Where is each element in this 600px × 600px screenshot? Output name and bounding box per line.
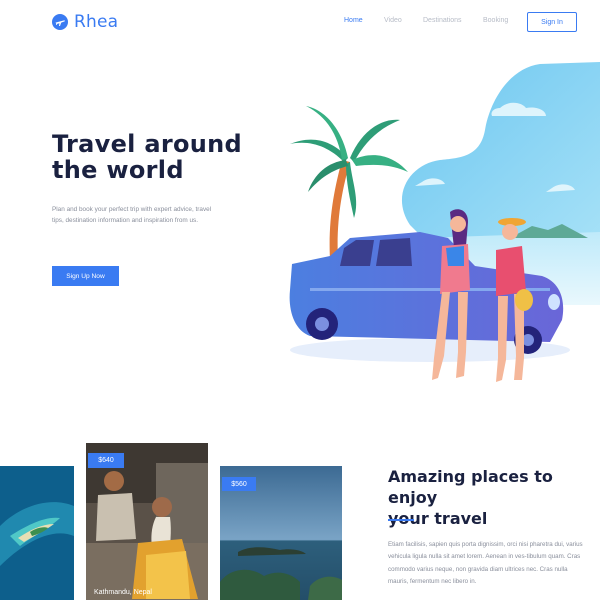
- hero-description: Plan and book your perfect trip with exp…: [52, 206, 212, 224]
- section-title-line: Amazing places to enjoy: [388, 467, 553, 507]
- hero-illustration: [289, 62, 600, 382]
- nav-booking[interactable]: Booking: [483, 17, 508, 24]
- destination-card[interactable]: [0, 466, 74, 600]
- price-tag: $640: [88, 453, 124, 468]
- sky-shape: [401, 62, 600, 245]
- sign-in-button[interactable]: Sign In: [527, 12, 577, 32]
- main-nav: Home Video Destinations Booking: [0, 17, 600, 29]
- card-image-island: [0, 466, 74, 600]
- destination-card[interactable]: $640 Kathmandu, Nepal: [86, 443, 208, 600]
- destination-card[interactable]: $560: [220, 466, 342, 600]
- site-header: Rhea Home Video Destinations Booking Sig…: [0, 0, 600, 44]
- nav-home[interactable]: Home: [344, 17, 363, 24]
- hero-title: Travel around the world: [52, 131, 272, 183]
- car-window: [376, 238, 412, 266]
- price-tag: $560: [222, 477, 256, 491]
- section-divider: [388, 519, 414, 521]
- section-text: Etiam facilisis, sapien quis porta digni…: [388, 541, 583, 585]
- hero-title-line: the world: [52, 156, 184, 184]
- section-title-line: your travel: [388, 509, 488, 528]
- nav-video[interactable]: Video: [384, 17, 402, 24]
- section-title: Amazing places to enjoy your travel: [388, 466, 588, 529]
- card-caption: Kathmandu, Nepal: [94, 589, 152, 596]
- sign-up-button[interactable]: Sign Up Now: [52, 266, 119, 286]
- hero-title-line: Travel around: [52, 130, 243, 158]
- nav-destinations[interactable]: Destinations: [423, 17, 462, 24]
- car-headlight: [548, 294, 560, 310]
